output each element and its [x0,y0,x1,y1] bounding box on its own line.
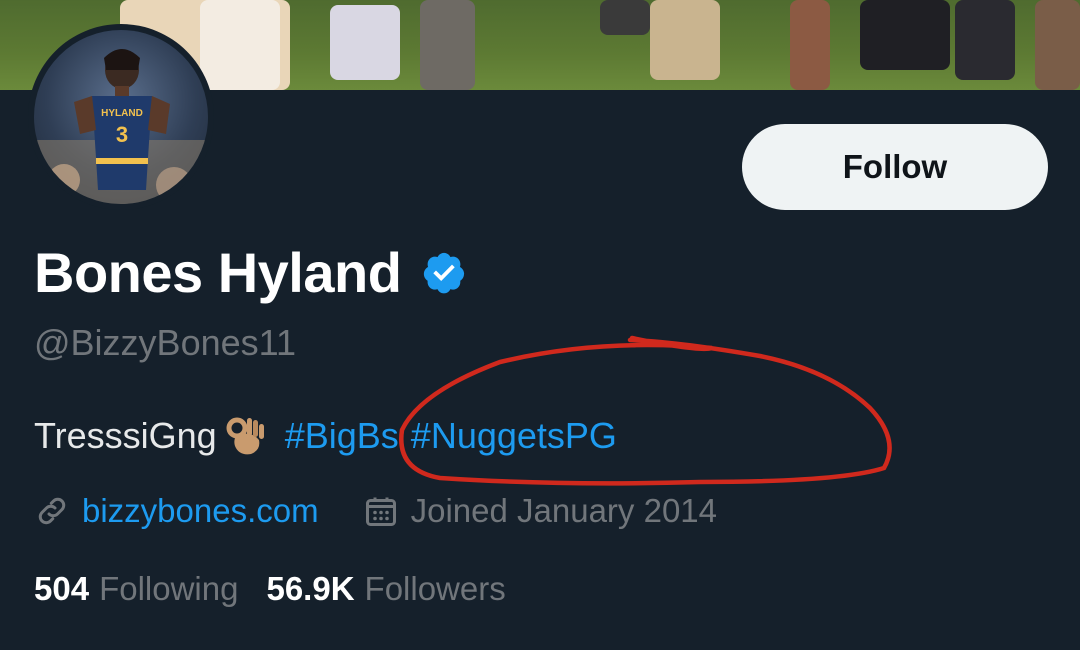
joined-date: Joined January 2014 [410,492,718,529]
jersey-number: 3 [116,122,128,147]
profile-handle: @BizzyBones11 [34,322,297,363]
hashtag-link-bigbs[interactable]: #BigBs [285,415,399,457]
followers-count: 56.9K [266,570,355,607]
jersey-name: HYLAND [101,108,143,119]
ok-hand-emoji-icon [226,417,264,455]
followers-stat[interactable]: 56.9K Followers [266,570,533,608]
profile-meta: bizzybones.com Joined January 2014 [34,492,717,530]
profile-bio: TresssiGng #BigBs #NuggetsPG [34,414,629,458]
verified-badge-icon[interactable] [421,250,467,296]
website-link[interactable]: bizzybones.com [82,492,319,530]
profile-avatar[interactable]: HYLAND 3 [28,24,214,210]
following-stat[interactable]: 504 Following [34,570,266,608]
display-name: Bones Hyland [34,241,402,304]
followers-label: Followers [364,570,506,607]
following-label: Following [99,570,239,607]
follow-button[interactable]: Follow [742,124,1048,210]
following-count: 504 [34,570,90,607]
link-icon [38,497,66,525]
bio-text: TresssiGng [34,415,217,456]
hashtag-link-nuggetspg[interactable]: #NuggetsPG [411,415,617,457]
calendar-icon [365,497,396,526]
profile-stats: 504 Following 56.9K Followers [34,570,534,608]
avatar-photo: HYLAND 3 [34,30,208,204]
profile-name-row: Bones Hyland [34,240,467,305]
